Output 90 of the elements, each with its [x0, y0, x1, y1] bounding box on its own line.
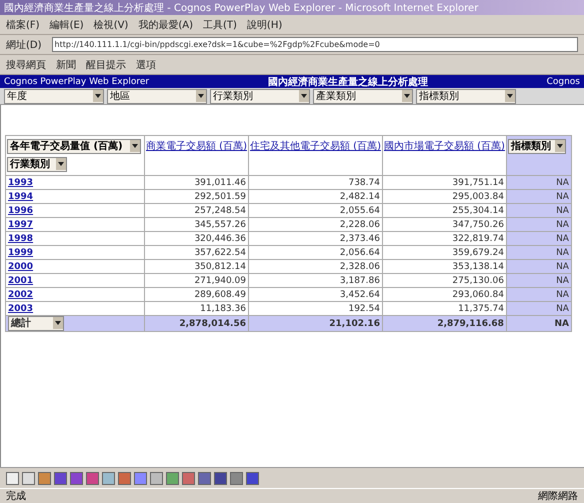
zone-text: 網際網路 — [538, 490, 578, 503]
dropdown-value: 指標類別 — [419, 90, 459, 102]
table-cell: NA — [506, 260, 572, 274]
dropdown-value: 行業類別 — [10, 158, 50, 171]
window-title: 國內經濟商業生產量之線上分析處理 - Cognos PowerPlay Web Explorer - Microsoft Internet Explorer — [0, 0, 584, 15]
menu-item[interactable]: 說明(H) — [246, 18, 282, 32]
table-cell: 293,060.84 — [382, 288, 506, 302]
year-link[interactable]: 1998 — [8, 234, 34, 244]
table-cell: 320,446.36 — [144, 232, 248, 246]
table-cell: 2,373.46 — [248, 232, 382, 246]
table-cell: 289,608.49 — [144, 288, 248, 302]
brand-link[interactable]: Cognos — [546, 76, 580, 86]
year-link[interactable]: 2000 — [8, 262, 34, 272]
table-cell: NA — [506, 302, 572, 316]
year-link[interactable]: 1993 — [8, 178, 34, 188]
menu-item[interactable]: 編輯(E) — [50, 18, 84, 32]
table-cell: 11,183.36 — [144, 302, 248, 316]
year-link[interactable]: 1999 — [8, 248, 34, 258]
highlight-button[interactable]: 醒目提示 — [86, 58, 126, 72]
dropdown-value: 產業類別 — [316, 90, 356, 102]
table-cell: 391,011.46 — [144, 176, 248, 190]
table-cell: 2,055.64 — [248, 204, 382, 218]
menu-item[interactable]: 檔案(F) — [6, 18, 40, 32]
dropdown-value: 各年電子交易量值 (百萬) — [10, 140, 123, 153]
table-cell: 2,056.64 — [248, 246, 382, 260]
table-cell: 350,812.14 — [144, 260, 248, 274]
table-cell: 357,622.54 — [144, 246, 248, 260]
table-cell: 359,679.24 — [382, 246, 506, 260]
table-cell: NA — [506, 190, 572, 204]
year-link[interactable]: 2003 — [8, 304, 34, 314]
table-cell: NA — [506, 204, 572, 218]
total-cell: NA — [506, 316, 572, 332]
table-cell: 353,138.14 — [382, 260, 506, 274]
table-cell: 347,750.26 — [382, 218, 506, 232]
menu-item[interactable]: 我的最愛(A) — [138, 18, 193, 32]
table-cell: NA — [506, 274, 572, 288]
table-cell: NA — [506, 246, 572, 260]
row-dimension-dropdown[interactable]: 各年電子交易量值 (百萬) — [7, 139, 141, 154]
table-cell: 271,940.09 — [144, 274, 248, 288]
table-cell: NA — [506, 232, 572, 246]
status-text: 完成 — [6, 490, 26, 503]
table-cell: 3,452.64 — [248, 288, 382, 302]
year-link[interactable]: 2002 — [8, 290, 34, 300]
table-cell: 345,557.26 — [144, 218, 248, 232]
dropdown-value: 指標類別 — [510, 140, 551, 153]
menu-item[interactable]: 工具(T) — [203, 18, 237, 32]
table-cell: 11,375.74 — [382, 302, 506, 316]
table-cell: NA — [506, 176, 572, 190]
total-cell: 21,102.16 — [248, 316, 382, 332]
measure-dropdown[interactable]: 指標類別 — [508, 139, 566, 154]
news-button[interactable]: 新聞 — [56, 58, 76, 72]
total-dropdown[interactable]: 總計 — [8, 316, 64, 331]
dimension-dropdown[interactable]: 產業類別 — [313, 88, 413, 104]
table-cell: 2,482.14 — [248, 190, 382, 204]
year-link[interactable]: 1997 — [8, 220, 34, 230]
year-link[interactable]: 1994 — [8, 192, 34, 202]
table-cell: 255,304.14 — [382, 204, 506, 218]
total-cell: 2,878,014.56 — [144, 316, 248, 332]
search-button[interactable]: 搜尋網頁 — [6, 58, 46, 72]
menu-item[interactable]: 檢視(V) — [94, 18, 128, 32]
report-title: 國內經濟商業生產量之線上分析處理 — [268, 75, 428, 88]
year-link[interactable]: 1996 — [8, 206, 34, 216]
options-button[interactable]: 選項 — [136, 58, 156, 72]
row-level-dropdown[interactable]: 行業類別 — [7, 157, 67, 172]
table-cell: 738.74 — [248, 176, 382, 190]
table-cell: 257,248.54 — [144, 204, 248, 218]
dimension-dropdown[interactable]: 地區 — [107, 88, 207, 104]
table-cell: 2,228.06 — [248, 218, 382, 232]
dropdown-value: 年度 — [7, 90, 27, 102]
table-cell: 292,501.59 — [144, 190, 248, 204]
total-cell: 2,879,116.68 — [382, 316, 506, 332]
dropdown-value: 行業類別 — [213, 90, 253, 102]
year-link[interactable]: 2001 — [8, 276, 34, 286]
app-name: Cognos PowerPlay Web Explorer — [4, 76, 150, 86]
dropdown-value: 地區 — [110, 90, 130, 102]
table-cell: 3,187.86 — [248, 274, 382, 288]
table-cell: 295,003.84 — [382, 190, 506, 204]
table-cell: 192.54 — [248, 302, 382, 316]
address-field[interactable]: http://140.111.1.1/cgi-bin/ppdscgi.exe?dsk=1&cube=%2Fgdp%2Fcube&mode=0 — [52, 37, 578, 52]
dimension-dropdown[interactable]: 指標類別 — [416, 88, 516, 104]
address-label: 網址(D) — [6, 38, 42, 52]
table-cell: 391,751.14 — [382, 176, 506, 190]
dimension-dropdown[interactable]: 年度 — [4, 88, 104, 104]
table-cell: NA — [506, 218, 572, 232]
table-cell: 275,130.06 — [382, 274, 506, 288]
table-cell: 322,819.74 — [382, 232, 506, 246]
table-cell: 2,328.06 — [248, 260, 382, 274]
dropdown-value: 總計 — [11, 317, 31, 330]
dimension-dropdown[interactable]: 行業類別 — [210, 88, 310, 104]
table-cell: NA — [506, 288, 572, 302]
